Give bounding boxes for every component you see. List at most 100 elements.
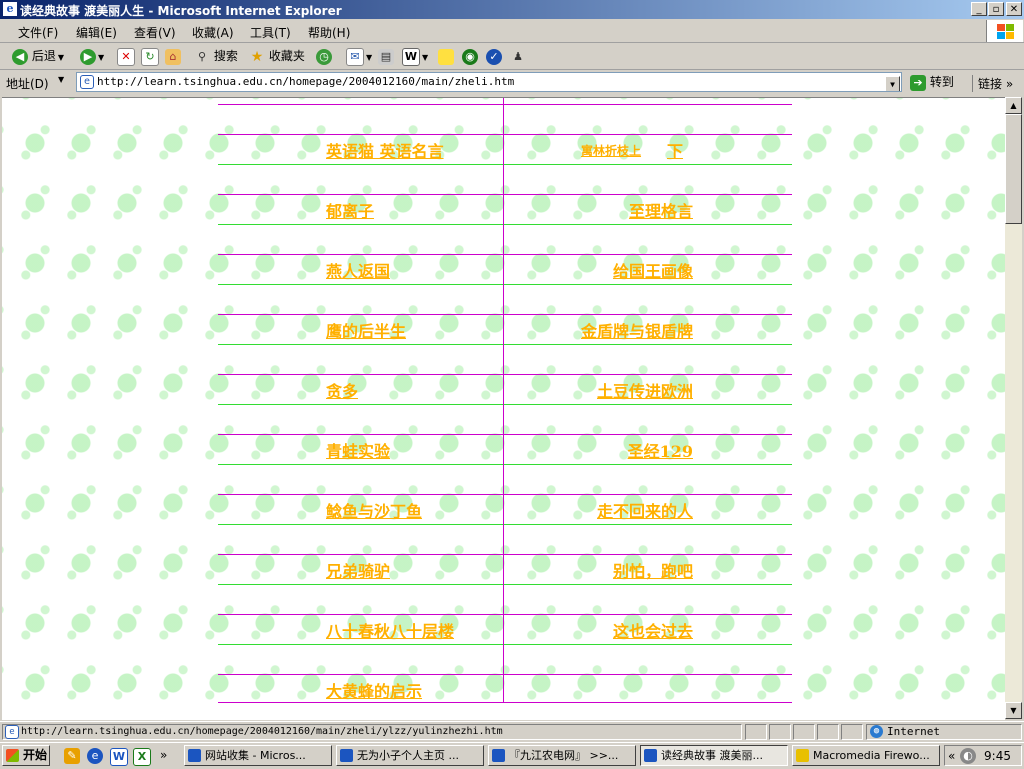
vertical-scrollbar[interactable]: ▲ ▼ bbox=[1005, 97, 1022, 719]
divider bbox=[218, 164, 792, 165]
menu-edit[interactable]: 编辑(E) bbox=[76, 24, 117, 41]
word-icon[interactable]: W bbox=[110, 748, 128, 766]
address-bar: 地址(D) ▼ e http://learn.tsinghua.edu.cn/h… bbox=[0, 70, 1024, 95]
scroll-up-button[interactable]: ▲ bbox=[1005, 97, 1022, 114]
ie-icon: e bbox=[3, 2, 17, 16]
stop-button[interactable]: ✕ bbox=[117, 46, 135, 66]
story-link[interactable]: 兄弟骑驴 bbox=[326, 558, 390, 582]
status-panel bbox=[769, 724, 791, 740]
task-label: 无为小子个人主页 ... bbox=[357, 749, 459, 762]
story-link[interactable]: 别怕，跑吧 bbox=[613, 558, 693, 582]
taskbar-button[interactable]: 『九江农电网』 >>... bbox=[488, 745, 636, 766]
taskbar-button[interactable]: 网站收集 - Micros... bbox=[184, 745, 332, 766]
mail-button[interactable]: ✉ ▼ bbox=[346, 46, 372, 66]
menu-file[interactable]: 文件(F) bbox=[18, 24, 58, 41]
maximize-button[interactable]: ▫ bbox=[988, 2, 1004, 16]
globe-icon: ◉ bbox=[462, 48, 478, 65]
ie-icon bbox=[492, 749, 505, 762]
status-panel bbox=[817, 724, 839, 740]
taskbar-button-active[interactable]: 读经典故事 渡美丽... bbox=[640, 745, 788, 766]
menu-tools[interactable]: 工具(T) bbox=[250, 24, 291, 41]
story-link[interactable]: 英语猫 英语名言 bbox=[326, 138, 444, 162]
refresh-button[interactable]: ↻ bbox=[141, 46, 159, 66]
story-link[interactable]: 金盾牌与银盾牌 bbox=[581, 318, 693, 342]
story-link[interactable]: 至理格言 bbox=[629, 198, 693, 222]
globe-icon: ◍ bbox=[870, 725, 883, 738]
story-link[interactable]: 鹰的后半生 bbox=[326, 318, 406, 342]
menu-favorites[interactable]: 收藏(A) bbox=[192, 24, 234, 41]
divider bbox=[218, 374, 792, 375]
user-button[interactable]: ♟ bbox=[510, 46, 526, 66]
address-input[interactable]: e http://learn.tsinghua.edu.cn/homepage/… bbox=[76, 72, 902, 92]
divider bbox=[218, 674, 792, 675]
story-link[interactable]: 给国王画像 bbox=[613, 258, 693, 282]
windows-logo-icon bbox=[986, 20, 1023, 42]
divider bbox=[218, 614, 792, 615]
ie-icon[interactable]: e bbox=[87, 748, 103, 764]
story-link[interactable]: 走不回来的人 bbox=[597, 498, 693, 522]
search-icon: ⚲ bbox=[197, 49, 207, 63]
chevron-down-icon[interactable]: ▼ bbox=[58, 75, 64, 84]
close-button[interactable]: ✕ bbox=[1006, 2, 1022, 16]
home-button[interactable]: ⌂ bbox=[165, 46, 181, 66]
links-button[interactable]: 链接 » bbox=[972, 75, 1013, 92]
edit-button[interactable]: W ▼ bbox=[402, 46, 428, 66]
window-title: 读经典故事 渡美丽人生 - Microsoft Internet Explore… bbox=[20, 4, 342, 18]
divider bbox=[218, 254, 792, 255]
story-link[interactable]: 土豆传进欧洲 bbox=[597, 378, 693, 402]
chevron-down-icon: ▼ bbox=[57, 53, 64, 62]
story-link[interactable]: 青蛙实验 bbox=[326, 438, 390, 462]
discuss-button[interactable] bbox=[438, 46, 454, 66]
story-link[interactable]: 下 bbox=[667, 138, 683, 162]
story-link[interactable]: 八十春秋八十层楼 bbox=[326, 618, 454, 642]
story-link[interactable]: 燕人返国 bbox=[326, 258, 390, 282]
search-label: 搜索 bbox=[213, 49, 238, 63]
messenger-button[interactable]: ◉ bbox=[462, 46, 478, 66]
page-icon: e bbox=[5, 725, 19, 739]
user-icon: ♟ bbox=[513, 49, 523, 63]
forward-button[interactable]: ▶ ▼ bbox=[80, 46, 104, 66]
clock[interactable]: 9:45 bbox=[984, 749, 1011, 763]
ie-icon bbox=[340, 749, 353, 762]
column-divider bbox=[503, 98, 504, 703]
address-dropdown-button[interactable]: ▼ bbox=[885, 76, 900, 91]
story-link[interactable]: 郁离子 bbox=[326, 198, 374, 222]
story-link[interactable]: 圣经129 bbox=[628, 438, 693, 462]
scroll-thumb[interactable] bbox=[1005, 114, 1022, 224]
story-link[interactable]: 这也会过去 bbox=[613, 618, 693, 642]
taskbar-button[interactable]: Macromedia Firewo... bbox=[792, 745, 940, 766]
scroll-down-button[interactable]: ▼ bbox=[1005, 702, 1022, 719]
start-button[interactable]: 开始 bbox=[2, 745, 50, 766]
excel-icon[interactable]: X bbox=[133, 748, 151, 766]
chevron-right-icon: » bbox=[1005, 77, 1014, 91]
menu-help[interactable]: 帮助(H) bbox=[308, 24, 350, 41]
story-link[interactable]: 大黄蜂的启示 bbox=[326, 678, 422, 702]
history-button[interactable]: ◷ bbox=[316, 46, 332, 66]
story-table: 英语猫 英语名言 郁离子 燕人返国 鹰的后半生 贪多 青蛙实验 鲶鱼与沙丁鱼 兄… bbox=[218, 98, 792, 703]
menu-bar: 文件(F) 编辑(E) 查看(V) 收藏(A) 工具(T) 帮助(H) bbox=[0, 19, 1024, 43]
page-content: 英语猫 英语名言 郁离子 燕人返国 鹰的后半生 贪多 青蛙实验 鲶鱼与沙丁鱼 兄… bbox=[2, 97, 1005, 720]
title-bar: e 读经典故事 渡美丽人生 - Microsoft Internet Explo… bbox=[0, 0, 1024, 19]
taskbar-button[interactable]: 无为小子个人主页 ... bbox=[336, 745, 484, 766]
menu-view[interactable]: 查看(V) bbox=[134, 24, 176, 41]
divider bbox=[218, 464, 792, 465]
story-link[interactable]: 鲶鱼与沙丁鱼 bbox=[326, 498, 422, 522]
chevron-right-icon[interactable]: » bbox=[160, 748, 167, 762]
quicklaunch-icon[interactable]: ✎ bbox=[64, 748, 80, 764]
back-button[interactable]: ◀ 后退 ▼ bbox=[12, 46, 64, 66]
search-button[interactable]: ⚲ 搜索 bbox=[194, 46, 238, 66]
go-button[interactable]: ➔ 转到 bbox=[910, 72, 954, 92]
divider bbox=[218, 314, 792, 315]
story-link[interactable]: 寓林折枝上 bbox=[581, 142, 641, 159]
favorites-button[interactable]: ★ 收藏夹 bbox=[249, 46, 305, 66]
divider bbox=[218, 104, 792, 105]
toolbar: ◀ 后退 ▼ ▶ ▼ ✕ ↻ ⌂ ⚲ 搜索 ★ 收藏夹 ◷ ✉ ▼ ▤ W ▼ ◉ ✓ … bbox=[0, 43, 1024, 70]
windows-logo-icon bbox=[6, 749, 19, 762]
network-icon[interactable]: ◐ bbox=[960, 748, 976, 764]
shield-button[interactable]: ✓ bbox=[486, 46, 502, 66]
security-zone: ◍ Internet bbox=[866, 724, 1022, 740]
minimize-button[interactable]: _ bbox=[971, 2, 987, 16]
story-link[interactable]: 贪多 bbox=[326, 378, 358, 402]
chevron-left-icon[interactable]: « bbox=[948, 749, 955, 763]
print-button[interactable]: ▤ bbox=[378, 46, 394, 66]
